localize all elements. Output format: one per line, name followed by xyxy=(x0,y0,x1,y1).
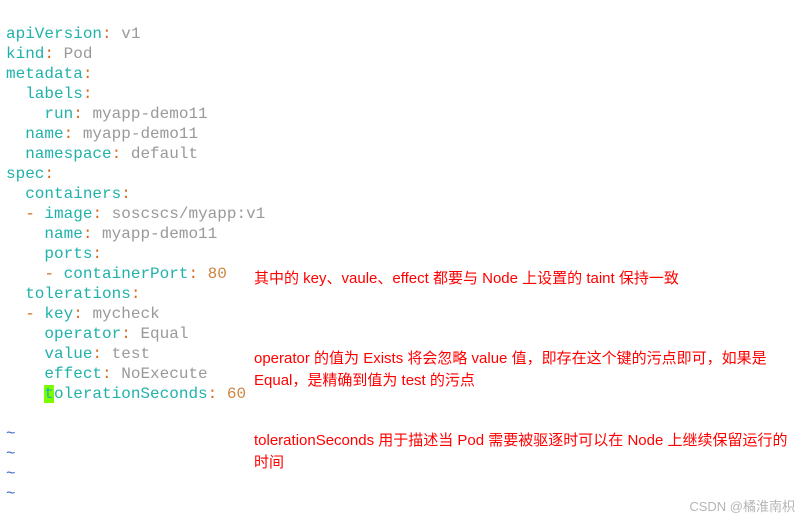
key-effect: effect xyxy=(44,365,102,383)
line-8: spec: xyxy=(6,165,54,183)
line-1: apiVersion: v1 xyxy=(6,25,140,43)
line-11: name: myapp-demo11 xyxy=(6,225,217,243)
val-value: test xyxy=(112,345,150,363)
line-17: value: test xyxy=(6,345,150,363)
val-operator: Equal xyxy=(140,325,188,343)
line-10: - image: soscscs/myapp:v1 xyxy=(6,205,265,223)
line-15: - key: mycheck xyxy=(6,305,160,323)
key-ports: ports xyxy=(44,245,92,263)
line-7: namespace: default xyxy=(6,145,198,163)
key-operator: operator xyxy=(44,325,121,343)
val-image: soscscs/myapp:v1 xyxy=(112,205,266,223)
line-2: kind: Pod xyxy=(6,45,92,63)
val-containerPort: 80 xyxy=(208,265,227,283)
line-6: name: myapp-demo11 xyxy=(6,125,198,143)
line-13: - containerPort: 80 xyxy=(6,265,227,283)
vim-tilde: ~ xyxy=(6,465,16,483)
val-effect: NoExecute xyxy=(121,365,207,383)
key-apiVersion: apiVersion xyxy=(6,25,102,43)
val-name: myapp-demo11 xyxy=(83,125,198,143)
key-tolerations: tolerations xyxy=(25,285,131,303)
line-5: run: myapp-demo11 xyxy=(6,105,208,123)
val-apiVersion: v1 xyxy=(121,25,140,43)
key-spec: spec xyxy=(6,165,44,183)
key-namespace: namespace xyxy=(25,145,111,163)
key-value: value xyxy=(44,345,92,363)
vim-tilde: ~ xyxy=(6,445,16,463)
line-18: effect: NoExecute xyxy=(6,365,208,383)
vim-tilde: ~ xyxy=(6,485,16,503)
vim-tilde: ~ xyxy=(6,425,16,443)
line-16: operator: Equal xyxy=(6,325,188,343)
key-tolerationSeconds: olerationSeconds xyxy=(54,385,208,403)
line-9: containers: xyxy=(6,185,131,203)
line-3: metadata: xyxy=(6,65,92,83)
line-19: tolerationSeconds: 60 xyxy=(6,385,246,403)
key-labels: labels xyxy=(25,85,83,103)
key-toleration-key: key xyxy=(44,305,73,323)
line-12: ports: xyxy=(6,245,102,263)
key-containers: containers xyxy=(25,185,121,203)
key-metadata: metadata xyxy=(6,65,83,83)
vim-cursor: t xyxy=(44,385,54,403)
val-run: myapp-demo11 xyxy=(92,105,207,123)
key-kind: kind xyxy=(6,45,44,63)
key-container-name: name xyxy=(44,225,82,243)
val-kind: Pod xyxy=(64,45,93,63)
annotation-1: 其中的 key、vaule、effect 都要与 Node 上设置的 taint… xyxy=(254,268,784,290)
annotation-3: tolerationSeconds 用于描述当 Pod 需要被驱逐时可以在 No… xyxy=(254,430,794,474)
key-name: name xyxy=(25,125,63,143)
val-toleration-key: mycheck xyxy=(92,305,159,323)
key-containerPort: containerPort xyxy=(64,265,189,283)
val-namespace: default xyxy=(131,145,198,163)
key-image: image xyxy=(44,205,92,223)
val-tolerationSeconds: 60 xyxy=(227,385,246,403)
val-container-name: myapp-demo11 xyxy=(102,225,217,243)
annotation-2: operator 的值为 Exists 将会忽略 value 值，即存在这个键的… xyxy=(254,348,796,392)
line-14: tolerations: xyxy=(6,285,140,303)
line-4: labels: xyxy=(6,85,92,103)
watermark: CSDN @橘淮南枳 xyxy=(689,497,795,517)
key-run: run xyxy=(44,105,73,123)
